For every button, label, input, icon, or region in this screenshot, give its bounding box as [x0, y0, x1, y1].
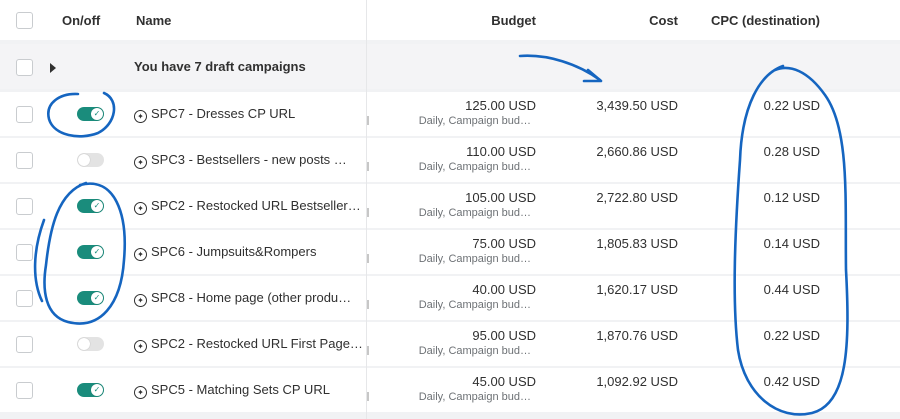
- annotation-loop-toggles: [43, 181, 126, 325]
- annotation-loop-cpc: [733, 64, 849, 416]
- annotation-arrow: [518, 54, 602, 82]
- annotation-left-stroke: [33, 218, 46, 303]
- hand-drawn-annotations: [33, 54, 849, 416]
- annotation-circle-toggle-top: [47, 91, 116, 138]
